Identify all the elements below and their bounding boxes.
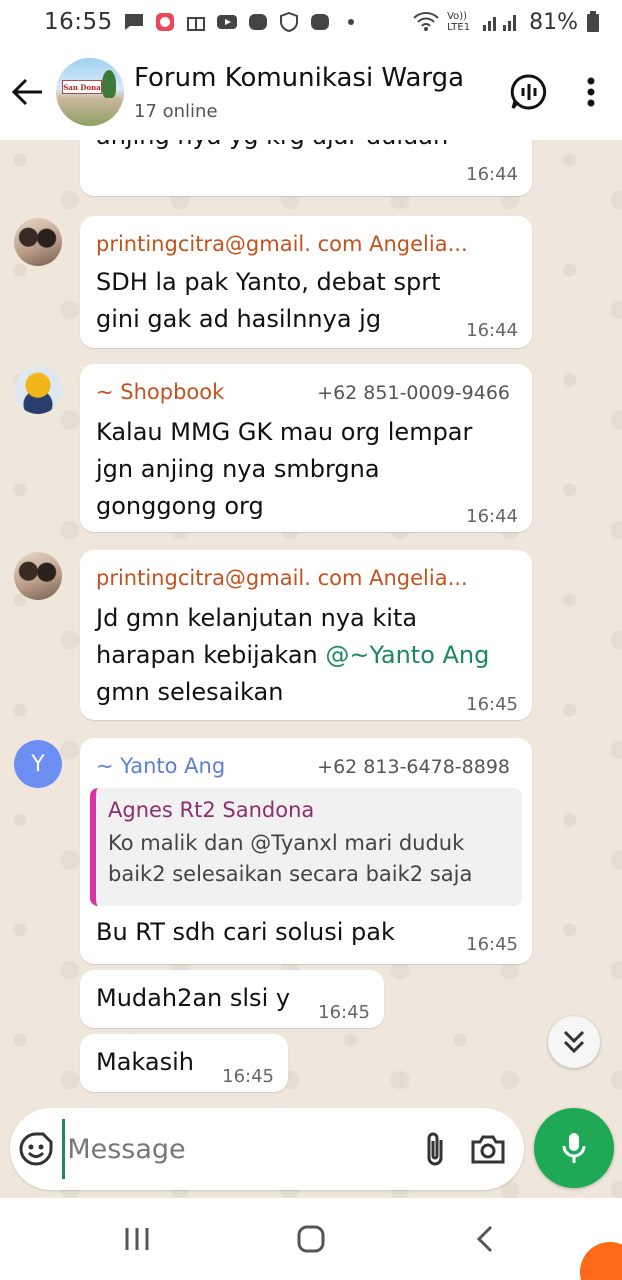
dot-icon	[347, 19, 354, 25]
home-icon	[297, 1225, 325, 1253]
message-bubble[interactable]: anjing nya yg krg ajar duluan 16:44	[80, 140, 532, 196]
double-chevron-down-icon	[563, 1030, 585, 1054]
chat-header: San Dona Forum Komunikasi Warga 17 onlin…	[0, 44, 622, 140]
message-bubble[interactable]: printingcitra@gmail. com Angelia... Jd g…	[80, 550, 532, 720]
quoted-line: baik2 selesaikan secara baik2 saja	[108, 862, 473, 886]
sender-name[interactable]: ~ Yanto Ang	[96, 754, 225, 778]
message-text: Mudah2an slsi y	[96, 984, 291, 1012]
camera-button[interactable]	[462, 1108, 514, 1190]
message-text: SDH la pak Yanto, debat sprt gini gak ad…	[96, 264, 440, 338]
message-list[interactable]: anjing nya yg krg ajar duluan 16:44 prin…	[0, 140, 622, 1198]
message-line: Jd gmn kelanjutan nya kita	[96, 604, 418, 632]
notification-icons	[123, 12, 362, 32]
message-text: Makasih	[96, 1048, 194, 1076]
message-time: 16:44	[466, 164, 518, 185]
app-notification-icon	[155, 13, 174, 31]
group-avatar-tree	[102, 70, 116, 98]
arrow-left-icon	[12, 78, 42, 106]
attach-button[interactable]	[409, 1108, 461, 1190]
voice-chat-icon	[510, 74, 547, 110]
status-bar: 16:55 Vo)) LTE1 81%	[0, 0, 622, 44]
message-time: 16:45	[466, 934, 518, 955]
message-line: gmn selesaikan	[96, 678, 284, 706]
sender-avatar[interactable]: Y	[14, 740, 62, 788]
shield-icon	[279, 12, 298, 32]
quoted-message[interactable]: Agnes Rt2 Sandona Ko malik dan @Tyanxl m…	[90, 788, 522, 906]
sender-name[interactable]: printingcitra@gmail. com Angelia...	[96, 232, 468, 256]
sender-phone: +62 851-0009-9466	[317, 382, 510, 404]
message-line: Kalau MMG GK mau org lempar	[96, 418, 473, 446]
wifi-icon	[413, 12, 439, 31]
network-label: Vo)) LTE1	[447, 11, 471, 33]
back-nav-button[interactable]	[445, 1199, 525, 1279]
more-vert-icon	[587, 77, 595, 107]
message-bubble[interactable]: ~ Yanto Ang +62 813-6478-8898 Agnes Rt2 …	[80, 738, 532, 964]
sender-avatar[interactable]	[14, 366, 62, 414]
home-button[interactable]	[271, 1199, 351, 1279]
emoji-button[interactable]	[10, 1108, 62, 1190]
message-bubble[interactable]: ~ Shopbook +62 851-0009-9466 Kalau MMG G…	[80, 364, 532, 532]
message-text: Bu RT sdh cari solusi pak	[96, 918, 395, 946]
app-icon	[248, 14, 267, 30]
group-info[interactable]: Forum Komunikasi Warga 17 online	[134, 63, 498, 122]
message-time: 16:45	[318, 1002, 370, 1023]
system-nav-bar	[0, 1198, 622, 1280]
message-text: anjing nya yg krg ajar duluan	[96, 140, 448, 155]
sender-avatar[interactable]	[14, 218, 62, 266]
message-line: jgn anjing nya smbrgna	[96, 455, 380, 483]
status-time: 16:55	[44, 9, 113, 35]
battery-icon	[587, 11, 599, 32]
message-time: 16:44	[466, 320, 518, 341]
message-composer	[10, 1108, 524, 1190]
sender-phone: +62 813-6478-8898	[317, 756, 510, 778]
sender-name[interactable]: ~ Shopbook	[96, 380, 224, 404]
message-line: gonggong org	[96, 492, 264, 520]
paperclip-icon	[427, 1132, 443, 1166]
voice-chat-button[interactable]	[498, 44, 560, 140]
message-bubble[interactable]: Mudah2an slsi y 16:45	[80, 970, 384, 1028]
signal-icon	[483, 15, 517, 31]
sender-name[interactable]: printingcitra@gmail. com Angelia...	[96, 566, 468, 590]
message-text: Kalau MMG GK mau org lempar jgn anjing n…	[96, 414, 472, 525]
sender-avatar[interactable]	[14, 552, 62, 600]
message-time: 16:45	[466, 694, 518, 715]
mic-icon	[562, 1133, 586, 1163]
back-button[interactable]	[0, 44, 56, 140]
message-input[interactable]	[62, 1119, 410, 1179]
message-line-text: harapan kebijakan	[96, 641, 318, 669]
message-line: harapan kebijakan @~Yanto Ang	[96, 637, 489, 674]
message-line: gini gak ad hasilnnya jg	[96, 305, 382, 333]
quoted-text: Ko malik dan @Tyanxl mari duduk baik2 se…	[108, 828, 510, 890]
message-text: Jd gmn kelanjutan nya kita harapan kebij…	[96, 600, 489, 711]
mention-link[interactable]: @~Yanto Ang	[325, 641, 489, 669]
gift-icon	[186, 17, 205, 31]
battery-level: 81%	[529, 9, 578, 35]
recent-apps-button[interactable]	[97, 1199, 177, 1279]
group-avatar[interactable]: San Dona	[56, 58, 124, 126]
system-status: Vo)) LTE1 81%	[413, 10, 600, 35]
online-count: 17 online	[134, 100, 218, 122]
group-avatar-sign: San Dona	[62, 80, 102, 94]
youtube-icon	[216, 15, 237, 29]
scroll-to-bottom-button[interactable]	[548, 1016, 600, 1068]
message-time: 16:45	[222, 1066, 274, 1087]
message-time: 16:44	[466, 506, 518, 527]
voice-message-button[interactable]	[534, 1108, 614, 1188]
message-line: SDH la pak Yanto, debat sprt	[96, 268, 441, 296]
chevron-left-icon	[476, 1225, 493, 1253]
message-bubble[interactable]: Makasih 16:45	[80, 1034, 288, 1092]
emoji-icon	[19, 1132, 53, 1166]
recent-apps-icon	[125, 1228, 149, 1250]
quoted-line: Ko malik dan @Tyanxl mari duduk	[108, 831, 465, 855]
camera-icon	[471, 1135, 505, 1164]
group-title: Forum Komunikasi Warga	[134, 62, 465, 93]
more-options-button[interactable]	[560, 44, 622, 140]
message-bubble[interactable]: printingcitra@gmail. com Angelia... SDH …	[80, 216, 532, 348]
app-icon-2	[310, 14, 329, 30]
quoted-sender: Agnes Rt2 Sandona	[108, 798, 315, 822]
message-icon	[124, 14, 143, 30]
